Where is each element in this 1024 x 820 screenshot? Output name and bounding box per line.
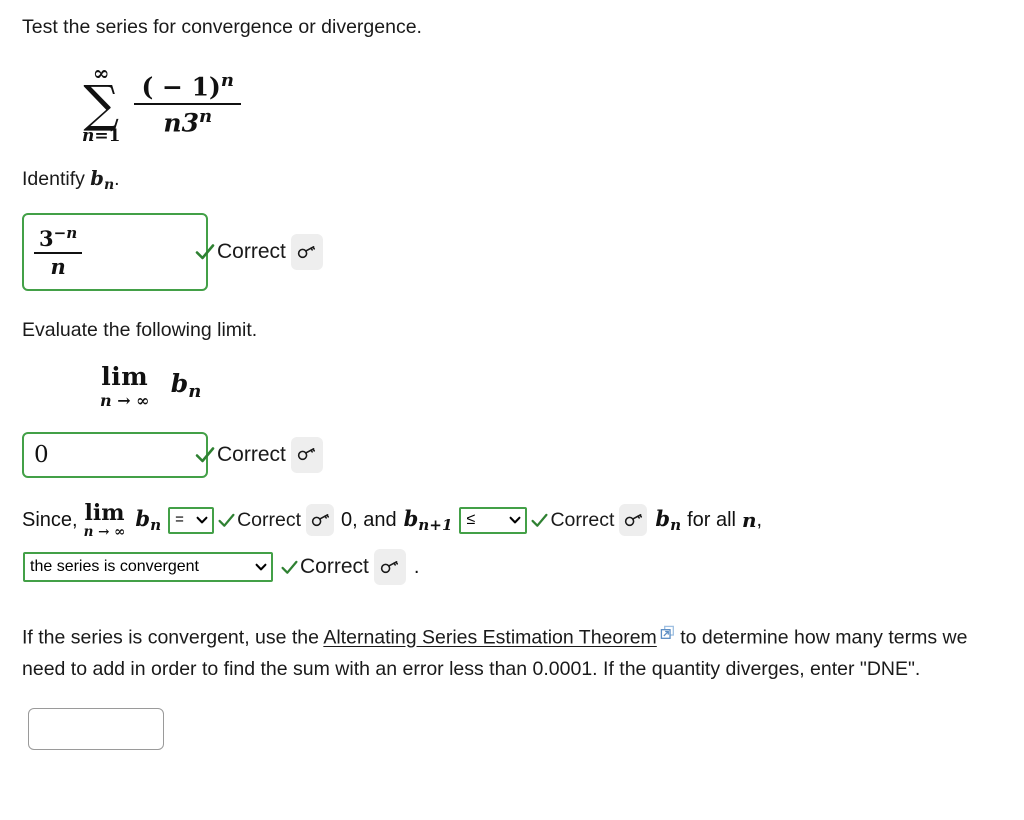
series-numerator: ( − 1)n: [134, 69, 241, 104]
chevron-down-icon: [255, 561, 267, 573]
denominator-base: n3: [163, 108, 199, 138]
numerator-exponent: n: [220, 69, 234, 91]
conclusion-status-label: Correct: [300, 555, 369, 578]
key-icon[interactable]: [373, 549, 406, 585]
correct-check-icon: [217, 511, 236, 530]
problem-page: Test the series for convergence or diver…: [0, 0, 1024, 750]
since-limit-operator: lim n → ∞: [84, 502, 126, 540]
identify-answer-row: 3−n n Correct: [22, 213, 1002, 292]
since-statement-line2: the series is convergent Correct .: [22, 549, 1002, 585]
lim-approaches: n → ∞: [100, 390, 150, 410]
key-icon[interactable]: [290, 234, 323, 271]
identify-num-exp: −n: [53, 224, 78, 243]
series-fraction: ( − 1)n n3n: [134, 69, 241, 137]
sigma-lower-eq: =: [94, 126, 109, 147]
correct-check-icon: [530, 511, 549, 530]
identify-status-label: Correct: [217, 240, 286, 264]
comparison-select-1-value: =: [175, 511, 184, 528]
chevron-down-icon: [196, 514, 208, 526]
since-bn-sub: n: [150, 516, 162, 535]
since-tail-bn-symbol: b: [655, 505, 671, 531]
identify-period: .: [114, 168, 120, 191]
identify-answer-input[interactable]: 3−n n: [22, 213, 208, 292]
limit-arg-sub: n: [188, 381, 202, 403]
identify-symbol-sub: n: [103, 177, 115, 194]
comparison-1-status-label: Correct: [237, 508, 301, 531]
series-expression: ∞ ∑ n=1 ( − 1)n n3n: [82, 56, 1002, 152]
identify-answer-fraction: 3−n n: [34, 224, 83, 279]
since-statement-line1: Since, lim n → ∞ bn = Correct 0, and bn+…: [22, 502, 1002, 540]
comparison-select-2[interactable]: ≤: [459, 506, 528, 534]
denominator-exponent: n: [198, 106, 213, 128]
since-lim-word: lim: [84, 499, 125, 526]
summation-symbol: ∞ ∑ n=1: [82, 63, 120, 145]
page-title: Test the series for convergence or diver…: [22, 16, 422, 38]
limit-answer-row: 0 Correct: [22, 431, 1002, 478]
alternating-series-estimation-theorem-link[interactable]: Alternating Series Estimation Theorem: [323, 627, 656, 649]
comparison-select-1[interactable]: =: [168, 506, 215, 534]
since-tail-bn: bn: [655, 507, 681, 534]
since-mid-text: 0, and: [341, 509, 397, 532]
since-final-period: .: [413, 555, 420, 578]
since-lead: Since,: [22, 509, 78, 532]
identify-prompt: Identify bn.: [22, 166, 1002, 195]
numerator-base: ( − 1): [141, 72, 221, 102]
comparison-2-status-label: Correct: [550, 508, 615, 531]
correct-check-icon: [194, 444, 216, 466]
sigma-lower-val: 1: [108, 126, 121, 147]
since-bn1-symbol: b: [403, 505, 419, 531]
external-link-icon[interactable]: [660, 619, 675, 651]
limit-arg-symbol: b: [170, 369, 189, 399]
conclusion-select[interactable]: the series is convergent: [23, 552, 273, 582]
key-icon[interactable]: [619, 504, 648, 537]
key-icon[interactable]: [306, 504, 334, 537]
since-tail-comma: ,: [756, 509, 763, 532]
sigma-lower-limit: n=1: [82, 128, 120, 145]
since-bn: bn: [135, 507, 161, 534]
comparison-select-2-value: ≤: [466, 511, 476, 529]
estimation-text-before: If the series is convergent, use the: [22, 626, 324, 649]
since-bn1-sub: n+1: [418, 516, 453, 535]
key-icon[interactable]: [290, 436, 323, 473]
since-tail-bn-sub: n: [670, 516, 682, 535]
sigma-lower-var: n: [82, 126, 95, 147]
limit-operator: lim n → ∞: [100, 364, 150, 409]
since-bn1: bn+1: [404, 507, 453, 534]
sigma-glyph: ∑: [83, 75, 120, 134]
estimation-answer-input[interactable]: [28, 707, 164, 750]
conclusion-select-value: the series is convergent: [30, 558, 199, 575]
since-tail-text: for all: [687, 509, 736, 532]
correct-check-icon: [280, 558, 299, 577]
limit-answer-input[interactable]: 0: [22, 431, 208, 478]
series-denominator: n3n: [156, 105, 219, 137]
since-tail-var: n: [742, 508, 757, 533]
lim-word: lim: [101, 361, 149, 391]
since-bn-symbol: b: [135, 505, 151, 531]
identify-prompt-text: Identify: [22, 168, 91, 191]
identify-num: 3−n: [34, 224, 82, 252]
limit-status-label: Correct: [217, 442, 286, 466]
chevron-down-icon: [509, 514, 521, 526]
identify-num-base: 3: [39, 226, 54, 252]
estimation-answer-row: [28, 707, 1002, 750]
limit-prompt: Evaluate the following limit.: [22, 319, 258, 342]
limit-expression: lim n → ∞ bn: [100, 364, 1002, 426]
identify-symbol: b: [90, 167, 104, 191]
identify-den: n: [50, 253, 66, 279]
correct-check-icon: [194, 241, 216, 263]
since-lim-approaches: n → ∞: [83, 523, 126, 540]
limit-argument: bn: [170, 369, 202, 402]
estimation-paragraph: If the series is convergent, use the Alt…: [22, 619, 997, 686]
limit-answer-value: 0: [34, 441, 49, 468]
